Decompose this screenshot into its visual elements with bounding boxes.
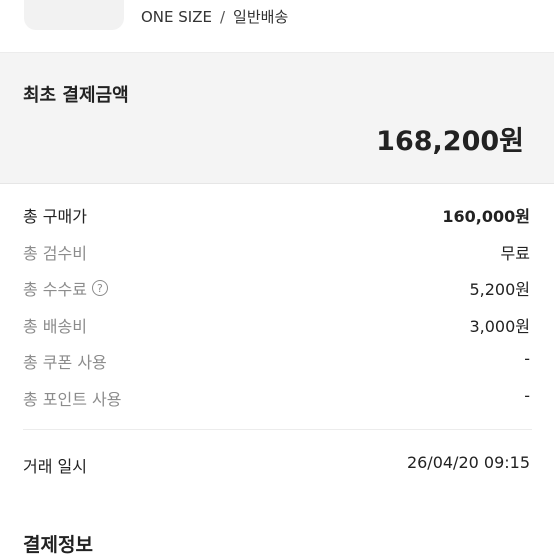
purchase-price-value: 160,000원 bbox=[442, 207, 530, 226]
inspection-fee-label: 총 검수비 bbox=[23, 243, 87, 263]
product-thumbnail[interactable] bbox=[24, 0, 124, 30]
shipping-fee-label: 총 배송비 bbox=[23, 316, 87, 336]
trade-datetime-row: 거래 일시 26/04/20 09:15 bbox=[0, 450, 554, 480]
coupon-usage-label: 총 쿠폰 사용 bbox=[23, 353, 107, 372]
initial-payment-amount: 168,200원 bbox=[376, 126, 524, 157]
price-row-inspection: 총 검수비 무료 bbox=[0, 233, 554, 270]
option-separator: / bbox=[219, 8, 226, 26]
product-option-line: ONE SIZE / 일반배송 bbox=[141, 6, 288, 28]
price-row-commission: 총 수수료 ? 5,200원 bbox=[0, 269, 554, 306]
price-row-points: 총 포인트 사용 - bbox=[0, 379, 554, 416]
price-breakdown: 총 구매가 160,000원 총 검수비 무료 총 수수료 ? 5,200원 총… bbox=[0, 196, 554, 415]
payment-info-title: 결제정보 bbox=[23, 534, 93, 556]
points-usage-label: 총 포인트 사용 bbox=[23, 389, 122, 409]
commission-value: 5,200원 bbox=[469, 280, 530, 299]
commission-label-wrap: 총 수수료 ? bbox=[23, 276, 108, 300]
coupon-usage-value: - bbox=[524, 349, 530, 368]
price-row-shipping: 총 배송비 3,000원 bbox=[0, 306, 554, 343]
initial-payment-label: 최초 결제금액 bbox=[23, 85, 129, 106]
purchase-price-label: 총 구매가 bbox=[23, 207, 87, 226]
price-row-purchase: 총 구매가 160,000원 bbox=[0, 196, 554, 233]
product-summary: ONE SIZE / 일반배송 bbox=[0, 0, 554, 53]
commission-label: 총 수수료 bbox=[23, 280, 87, 299]
price-row-coupon: 총 쿠폰 사용 - bbox=[0, 342, 554, 379]
points-usage-value: - bbox=[524, 385, 530, 405]
inspection-fee-value: 무료 bbox=[500, 243, 530, 263]
trade-datetime-label: 거래 일시 bbox=[23, 457, 87, 476]
product-size: ONE SIZE bbox=[141, 8, 212, 26]
shipping-fee-value: 3,000원 bbox=[469, 316, 530, 336]
initial-payment-box: 최초 결제금액 168,200원 bbox=[0, 53, 554, 184]
delivery-type: 일반배송 bbox=[233, 8, 289, 26]
trade-datetime-value: 26/04/20 09:15 bbox=[406, 453, 530, 472]
question-circle-icon[interactable]: ? bbox=[91, 280, 108, 296]
section-divider bbox=[23, 429, 532, 430]
